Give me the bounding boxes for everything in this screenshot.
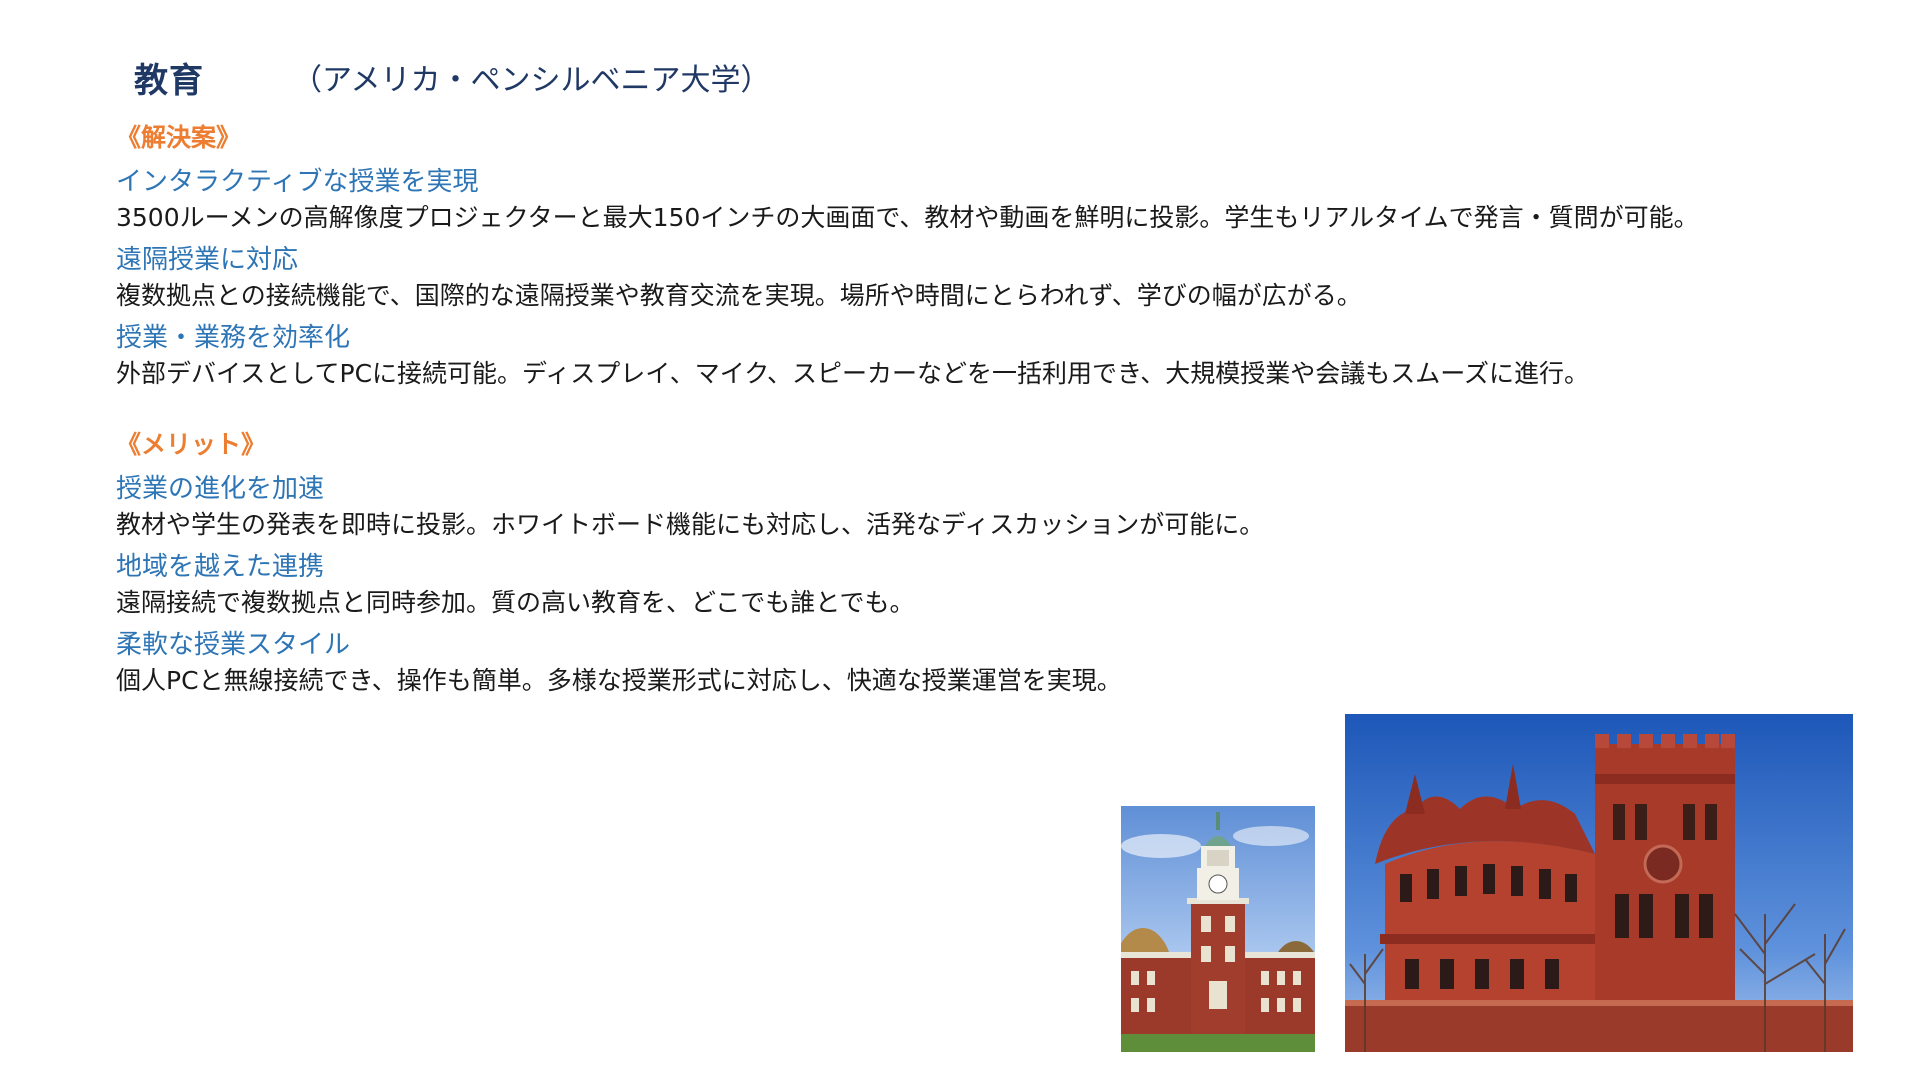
merit-item-title: 地域を越えた連携 — [116, 552, 325, 582]
merit-item-body: 遠隔接続で複数拠点と同時参加。質の高い教育を、どこでも誰とでも。 — [116, 588, 915, 617]
merit-item: 柔軟な授業スタイル 個人PCと無線接続でき、操作も簡単。多様な授業形式に対応し、… — [116, 627, 1816, 699]
slide-page: 教育 （アメリカ・ペンシルベニア大学） 《解決案》 インタラクティブな授業を実現… — [0, 0, 1920, 1080]
merit-heading: 《メリット》 — [116, 430, 267, 459]
solution-item: 遠隔授業に対応 複数拠点との接続機能で、国際的な遠隔授業や教育交流を実現。場所や… — [116, 242, 1816, 314]
page-title: 教育 — [134, 60, 204, 101]
merit-item-body: 個人PCと無線接続でき、操作も簡単。多様な授業形式に対応し、快適な授業運営を実現… — [116, 666, 1122, 695]
solution-item: 授業・業務を効率化 外部デバイスとしてPCに接続可能。ディスプレイ、マイク、スピ… — [116, 320, 1816, 392]
solution-item-title: 授業・業務を効率化 — [116, 323, 351, 353]
solution-item-body: 複数拠点との接続機能で、国際的な遠隔授業や教育交流を実現。場所や時間にとらわれず… — [116, 281, 1362, 310]
solution-heading: 《解決案》 — [116, 123, 242, 152]
merit-item: 地域を越えた連携 遠隔接続で複数拠点と同時参加。質の高い教育を、どこでも誰とでも… — [116, 549, 1816, 621]
merit-section: 《メリット》 授業の進化を加速 教材や学生の発表を即時に投影。ホワイトボード機能… — [116, 425, 1816, 699]
merit-item-title: 授業の進化を加速 — [116, 474, 325, 504]
merit-item-body: 教材や学生の発表を即時に投影。ホワイトボード機能にも対応し、活発なディスカッショ… — [116, 510, 1265, 539]
red-brick-university-hall-photo — [1345, 714, 1853, 1052]
title-row: 教育 （アメリカ・ペンシルベニア大学） — [134, 52, 771, 102]
solution-item-title: 遠隔授業に対応 — [116, 245, 299, 275]
clock-tower-building-photo — [1121, 806, 1315, 1052]
merit-item: 授業の進化を加速 教材や学生の発表を即時に投影。ホワイトボード機能にも対応し、活… — [116, 471, 1816, 543]
merit-item-title: 柔軟な授業スタイル — [116, 630, 351, 660]
page-subtitle: （アメリカ・ペンシルベニア大学） — [292, 63, 771, 98]
solution-section: 《解決案》 インタラクティブな授業を実現 3500ルーメンの高解像度プロジェクタ… — [116, 118, 1816, 392]
solution-item: インタラクティブな授業を実現 3500ルーメンの高解像度プロジェクターと最大15… — [116, 164, 1816, 236]
solution-item-title: インタラクティブな授業を実現 — [116, 167, 479, 197]
solution-item-body: 3500ルーメンの高解像度プロジェクターと最大150インチの大画面で、教材や動画… — [116, 203, 1699, 232]
solution-item-body: 外部デバイスとしてPCに接続可能。ディスプレイ、マイク、スピーカーなどを一括利用… — [116, 359, 1590, 388]
